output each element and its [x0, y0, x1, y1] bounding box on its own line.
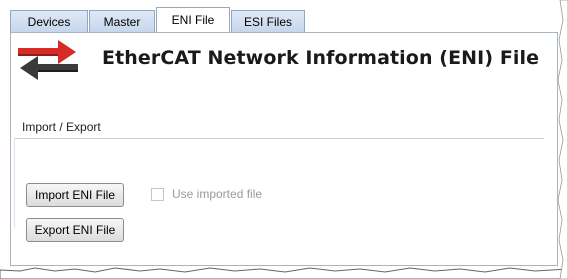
use-imported-checkbox[interactable]: Use imported file — [151, 187, 262, 201]
group-border — [14, 138, 15, 228]
group-divider — [14, 138, 544, 139]
torn-top-edge — [0, 0, 568, 12]
group-label: Import / Export — [22, 120, 101, 134]
tab-devices[interactable]: Devices — [10, 10, 88, 32]
tab-eni-file[interactable]: ENI File — [156, 7, 230, 32]
checkbox-label: Use imported file — [172, 187, 263, 201]
export-eni-button[interactable]: Export ENI File — [26, 218, 124, 242]
page-header: EtherCAT Network Information (ENI) File — [12, 34, 539, 82]
ethercat-arrows-icon — [18, 40, 78, 80]
page-title: EtherCAT Network Information (ENI) File — [102, 47, 540, 69]
checkbox-box[interactable] — [151, 187, 164, 201]
tab-esi-files[interactable]: ESI Files — [231, 10, 305, 32]
import-export-group: Import / Export Import ENI File Use impo… — [14, 120, 562, 242]
import-eni-button[interactable]: Import ENI File — [26, 183, 124, 207]
torn-right-edge — [557, 0, 568, 279]
tab-master[interactable]: Master — [89, 10, 155, 32]
eni-settings-window: Devices Master ENI File ESI Files EtherC… — [0, 0, 568, 279]
torn-bottom-edge — [0, 267, 568, 279]
